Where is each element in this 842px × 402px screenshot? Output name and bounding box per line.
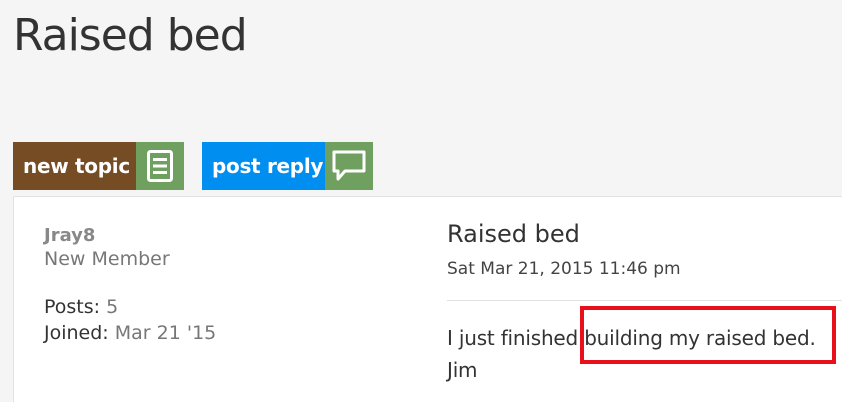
new-topic-button[interactable]: new topic	[13, 142, 184, 190]
author-username[interactable]: Jray8	[44, 226, 170, 246]
page-title: Raised bed	[13, 10, 248, 61]
posts-count[interactable]: 5	[106, 296, 118, 318]
new-topic-label: new topic	[13, 142, 136, 190]
post-divider	[447, 300, 842, 301]
post-body: I just finished building my raised bed. …	[447, 322, 816, 386]
post-author: Jray8 New Member	[44, 226, 170, 272]
post-date: Sat Mar 21, 2015 11:46 pm	[447, 259, 681, 279]
joined-date: Mar 21 '15	[114, 322, 217, 344]
posts-label: Posts:	[44, 296, 101, 318]
author-rank: New Member	[44, 248, 170, 270]
post-title[interactable]: Raised bed	[447, 218, 580, 250]
post-signature: Jim	[447, 358, 478, 382]
speech-bubble-icon	[325, 142, 373, 190]
document-lines-icon	[136, 142, 184, 190]
author-joined: Joined: Mar 21 '15	[44, 320, 216, 346]
post-reply-button[interactable]: post reply	[202, 142, 373, 190]
author-stats: Posts: 5 Joined: Mar 21 '15	[44, 294, 216, 346]
post-body-line: I just finished building my raised bed.	[447, 326, 816, 350]
joined-label: Joined:	[44, 322, 109, 344]
author-posts: Posts: 5	[44, 294, 216, 320]
post-reply-label: post reply	[202, 142, 325, 190]
